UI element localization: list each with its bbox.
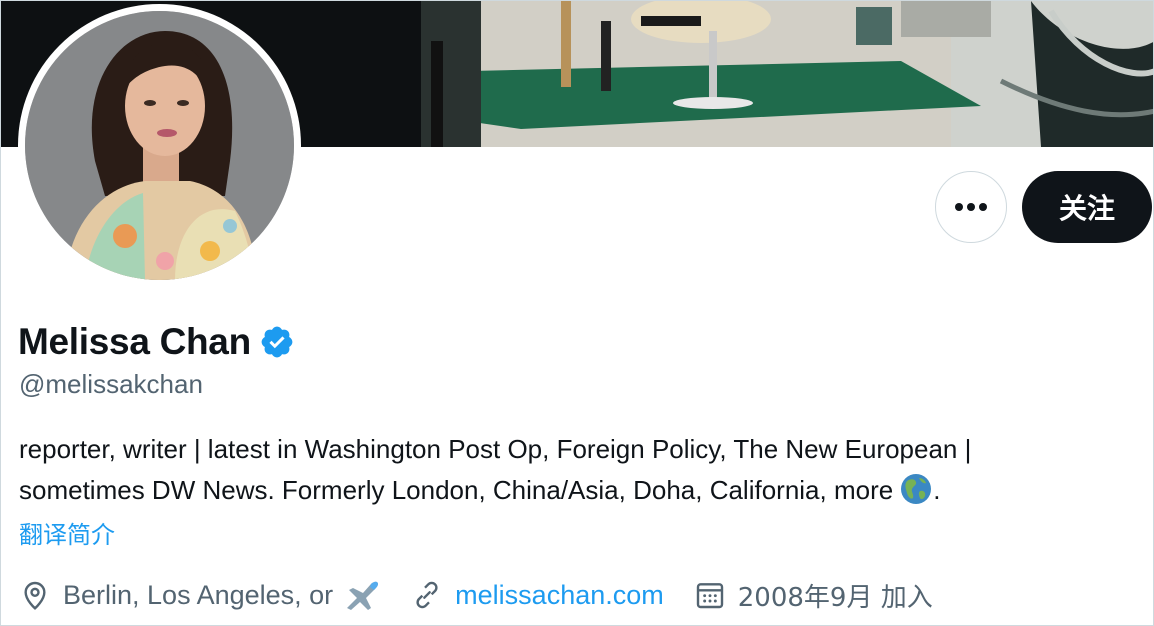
translate-bio-link[interactable]: 翻译简介 [19, 515, 115, 550]
more-options-button[interactable] [935, 171, 1007, 243]
link-icon [416, 581, 438, 609]
bio-end-punct: . [933, 475, 941, 505]
website-link[interactable]: melissachan.com [455, 580, 664, 611]
globe-americas-icon [901, 474, 932, 504]
bio-line-2-text: sometimes DW News. Formerly London, Chin… [19, 475, 894, 505]
website-item: melissachan.com [411, 579, 664, 611]
verified-badge-icon[interactable] [259, 324, 295, 360]
profile-bio: reporter, writer | latest in Washington … [19, 429, 1139, 511]
location-item: Berlin, Los Angeles, or [19, 578, 381, 612]
avatar-image [25, 11, 294, 280]
location-pin-icon [24, 581, 46, 610]
more-horizontal-icon [955, 203, 987, 211]
avatar[interactable] [18, 4, 301, 287]
display-name: Melissa Chan [18, 321, 251, 362]
airplane-icon [347, 581, 379, 610]
joined-date: 2008年9月 加入 [737, 582, 933, 613]
profile-header: 关注 Melissa Chan @melissakchan reporter, … [0, 0, 1154, 626]
joined-item: 2008年9月 加入 [694, 577, 933, 614]
profile-meta-row: Berlin, Los Angeles, or melissachan.com [19, 575, 963, 615]
bio-line-2: sometimes DW News. Formerly London, Chin… [19, 470, 1139, 511]
display-name-row: Melissa Chan [18, 319, 295, 365]
location-text: Berlin, Los Angeles, or [63, 579, 334, 610]
calendar-icon [696, 583, 723, 609]
follow-button[interactable]: 关注 [1022, 171, 1152, 243]
bio-line-1: reporter, writer | latest in Washington … [19, 434, 972, 464]
username-handle: @melissakchan [19, 369, 203, 399]
